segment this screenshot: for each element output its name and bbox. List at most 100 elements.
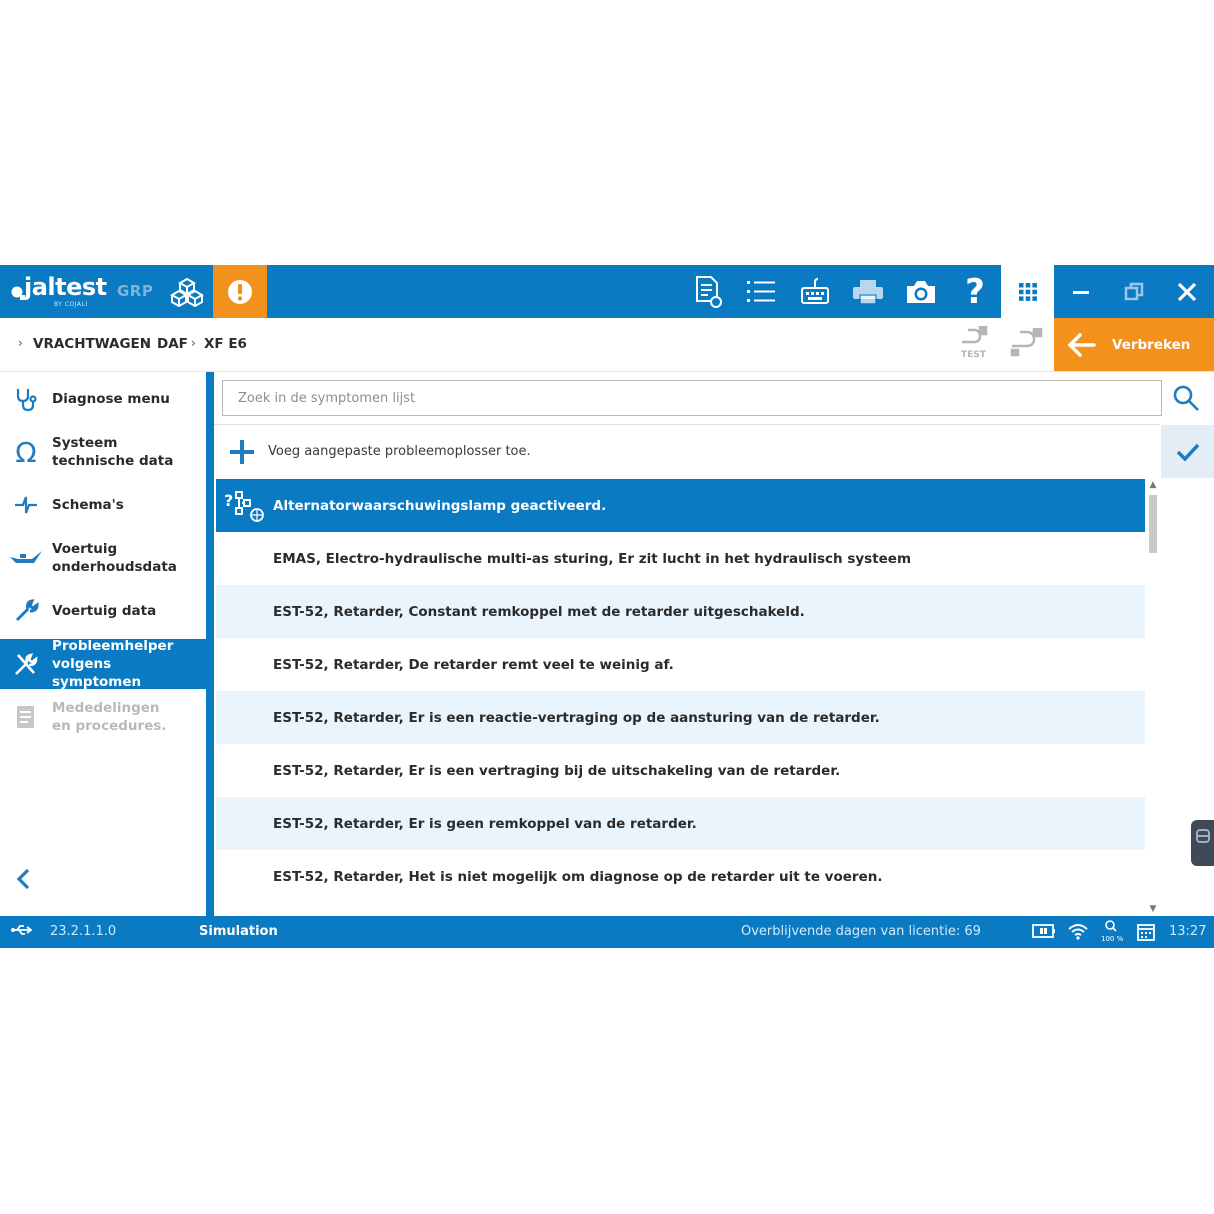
app-window: jaltest BY COJALI GRP ? › VRACHTWAGEN › … — [0, 265, 1214, 948]
minimize-icon[interactable] — [1054, 265, 1107, 318]
symptom-text: EST-52, Retarder, Constant remkoppel met… — [273, 603, 805, 620]
help-icon[interactable]: ? — [955, 265, 995, 318]
chevron-left-icon — [16, 868, 30, 890]
sidebar-item-procedures[interactable]: Mededelingen en procedures. — [0, 692, 206, 742]
breadcrumb-item[interactable]: VRACHTWAGEN — [33, 336, 151, 352]
calendar-icon — [1136, 922, 1156, 946]
breadcrumb-item[interactable]: XF E6 — [204, 336, 247, 352]
sidebar-item-label: Mededelingen en procedures. — [52, 700, 167, 734]
list-scrollbar[interactable]: ▲ ▼ — [1147, 479, 1159, 916]
sidebar-item-label: Voertuig onderhoudsdata — [52, 541, 177, 575]
sidebar-item-diagnose-menu[interactable]: Diagnose menu — [0, 374, 206, 424]
symptom-row[interactable]: ? Alternatorwaarschuwingslamp geactiveer… — [216, 479, 1145, 532]
symptom-row[interactable]: EST-52, Retarder, Er is een reactie-vert… — [216, 691, 1145, 744]
search-icon[interactable] — [1170, 382, 1202, 414]
stethoscope-icon — [0, 386, 52, 412]
tools-icon — [0, 650, 52, 678]
wifi-icon — [1067, 922, 1089, 944]
alert-button[interactable] — [213, 265, 267, 318]
version-text: 23.2.1.1.0 — [50, 924, 117, 939]
scroll-up-icon[interactable]: ▲ — [1147, 479, 1159, 491]
checkmark-icon — [1176, 443, 1199, 462]
symptom-text: EST-52, Retarder, Er is een reactie-vert… — [273, 709, 880, 726]
symptom-row[interactable]: EST-52, Retarder, Er is een vertraging b… — [216, 744, 1145, 797]
disconnect-label: Verbreken — [1112, 336, 1191, 353]
clock-text: 13:27 — [1169, 924, 1207, 939]
add-troubleshooter-label: Voeg aangepaste probleemoplosser toe. — [268, 444, 531, 459]
grp-badge: GRP — [117, 282, 154, 300]
scroll-thumb[interactable] — [1149, 495, 1157, 553]
search-input[interactable] — [223, 381, 1140, 415]
confirm-button[interactable] — [1161, 425, 1214, 478]
sidebar: Diagnose menu Ω Systeem technische data … — [0, 372, 206, 916]
printer-icon[interactable] — [848, 265, 888, 318]
symptom-text: EST-52, Retarder, Het is niet mogelijk o… — [273, 868, 883, 885]
exclamation-icon — [228, 279, 252, 304]
omega-icon: Ω — [15, 435, 37, 469]
symptom-row[interactable]: EST-52, Retarder, Er is geen remkoppel v… — [216, 797, 1145, 850]
symptom-row[interactable]: EST-52, Retarder, De retarder remt veel … — [216, 638, 1145, 691]
sidebar-item-vehicle-data[interactable]: Voertuig data — [0, 586, 206, 636]
symptom-text: EST-52, Retarder, De retarder remt veel … — [273, 656, 674, 673]
logo-subtext: BY COJALI — [54, 301, 88, 308]
collapse-sidebar-button[interactable] — [14, 867, 34, 895]
symptom-row[interactable]: EST-52, Retarder, Constant remkoppel met… — [216, 585, 1145, 638]
mode-text: Simulation — [199, 924, 278, 939]
sidebar-item-system-data[interactable]: Ω Systeem technische data — [0, 427, 206, 477]
sidebar-item-label: Systeem technische data — [52, 435, 174, 469]
top-toolbar: jaltest BY COJALI GRP ? — [0, 265, 1214, 318]
close-icon[interactable] — [1160, 265, 1213, 318]
report-icon[interactable] — [688, 265, 728, 318]
scroll-down-icon[interactable]: ▼ — [1147, 903, 1159, 915]
chevron-right-icon: › — [18, 336, 23, 350]
logo-mark-icon — [11, 286, 25, 300]
symptom-row[interactable]: EMAS, Electro-hydraulische multi-as stur… — [216, 532, 1145, 585]
usb-icon — [10, 922, 34, 942]
status-bar: 23.2.1.1.0 Simulation Overblijvende dage… — [0, 916, 1214, 948]
battery-icon — [1032, 923, 1056, 943]
keyboard-icon[interactable] — [795, 265, 835, 318]
wrench-icon — [0, 598, 52, 624]
svg-text:?: ? — [224, 491, 233, 510]
chevron-right-icon: › — [144, 336, 149, 350]
symptom-row[interactable]: EST-52, Retarder, Het is niet mogelijk o… — [216, 850, 1145, 903]
connection-icon[interactable] — [1008, 326, 1046, 364]
window-controls — [1054, 265, 1214, 318]
side-tab-icon — [1196, 829, 1210, 843]
arrow-left-icon — [1067, 332, 1096, 357]
symptom-text: EST-52, Retarder, Er is geen remkoppel v… — [273, 815, 697, 832]
symptoms-panel: Voeg aangepaste probleemoplosser toe. ? … — [214, 372, 1214, 916]
document-icon — [0, 703, 52, 731]
camera-icon[interactable] — [901, 265, 941, 318]
sidebar-item-label: Schema's — [52, 497, 124, 513]
search-box — [222, 380, 1162, 416]
troubleshoot-flow-icon: ? — [222, 488, 266, 528]
jaltest-logo: jaltest BY COJALI — [10, 273, 107, 309]
logo-text: jaltest — [24, 273, 107, 301]
sidebar-item-label: Diagnose menu — [52, 391, 170, 407]
chevron-right-icon: › — [191, 336, 196, 350]
sidebar-item-troubleshooter[interactable]: Probleemhelper volgens symptomen — [0, 638, 206, 690]
sidebar-item-label: Probleemhelper volgens symptomen — [52, 638, 174, 690]
sidebar-item-label: Voertuig data — [52, 603, 157, 619]
connection-test-icon[interactable]: TEST — [955, 326, 993, 364]
symptom-list: ? Alternatorwaarschuwingslamp geactiveer… — [216, 479, 1145, 916]
symptom-text: Alternatorwaarschuwingslamp geactiveerd. — [273, 497, 607, 514]
oilcan-icon — [0, 547, 52, 569]
zoom-level: 100 % — [1101, 935, 1124, 943]
schematic-icon — [0, 492, 52, 518]
breadcrumb-item[interactable]: DAF — [157, 336, 188, 352]
apps-grid-icon[interactable] — [1001, 265, 1054, 318]
license-text: Overblijvende dagen van licentie: 69 — [741, 924, 981, 939]
sidebar-item-schemas[interactable]: Schema's — [0, 480, 206, 530]
side-panel-tab[interactable] — [1191, 820, 1214, 866]
list-icon[interactable] — [741, 265, 781, 318]
disconnect-button[interactable]: Verbreken — [1054, 318, 1214, 371]
restore-icon[interactable] — [1107, 265, 1160, 318]
add-custom-troubleshooter[interactable]: Voeg aangepaste probleemoplosser toe. — [214, 425, 1160, 478]
cubes-icon[interactable] — [168, 265, 206, 318]
plus-icon — [230, 439, 254, 464]
sidebar-item-maintenance-data[interactable]: Voertuig onderhoudsdata — [0, 533, 206, 583]
symptom-text: EST-52, Retarder, Er is een vertraging b… — [273, 762, 841, 779]
sidebar-divider — [206, 372, 214, 916]
